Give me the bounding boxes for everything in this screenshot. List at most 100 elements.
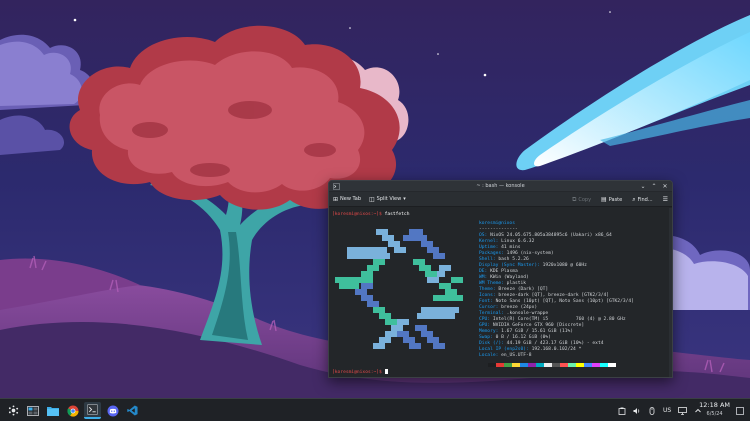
palette-swatch [528, 363, 536, 367]
palette-swatch [600, 363, 608, 367]
palette-swatch [592, 363, 600, 367]
hamburger-menu-icon: ☰ [662, 196, 668, 203]
paste-button[interactable]: ▤ Paste [601, 196, 622, 203]
vscode-icon [127, 405, 138, 416]
info-value: .konsole-wrappe [503, 311, 549, 316]
palette-swatch [496, 363, 504, 367]
info-value: bash 5.2.26 [495, 257, 529, 262]
volume-icon[interactable] [633, 407, 641, 415]
taskbar-item-konsole[interactable] [84, 402, 101, 419]
network-icon[interactable] [678, 406, 688, 415]
text-cursor [384, 369, 388, 374]
find-button[interactable]: ⌕ Find... [632, 196, 652, 204]
info-value: 0 B / 16.12 GiB (0%) [492, 335, 551, 340]
info-value: NixOS 24.05.675.805a384895c6 (Uakari) x8… [487, 233, 612, 238]
konsole-window: ~ : bash — konsole ⌄ ⌃ ✕ ⊞ New Tab ◫ Spl… [328, 180, 673, 378]
palette-swatch [504, 363, 512, 367]
info-value: 1496 (nix-system) [503, 251, 554, 256]
info-key: Locale: [479, 353, 499, 358]
info-value: breeze (24px) [498, 305, 538, 310]
separator-text: -------------- [479, 227, 518, 232]
pager-button[interactable] [24, 402, 41, 419]
info-value: 1920x1080 @ 60Hz [539, 263, 587, 268]
chrome-icon [66, 405, 79, 417]
info-value: KDE Plasma [487, 269, 518, 274]
user-host-text: koresmi@nixos [479, 221, 515, 226]
digital-clock[interactable]: 12:18 AM 6/5/24 [699, 401, 730, 418]
info-key: CPU: [479, 317, 491, 322]
info-value: KWin (Wayland) [487, 275, 529, 280]
copy-icon: ⧉ [572, 195, 577, 203]
info-key: Font: [479, 299, 493, 304]
palette-swatch [488, 363, 496, 367]
info-key: Kernel: [479, 239, 499, 244]
taskbar-item-files[interactable] [44, 402, 61, 419]
palette-swatch [608, 363, 616, 367]
copy-label: Copy [578, 196, 592, 203]
color-palette [488, 363, 616, 367]
info-key: Disk (/): [479, 341, 504, 346]
info-value: 1.67 GiB / 15.61 GiB (11%) [498, 329, 574, 334]
clock-time: 12:18 AM [699, 401, 730, 409]
discord-icon [107, 405, 118, 416]
info-value: plastik [503, 281, 527, 286]
mouse-icon[interactable] [648, 406, 656, 415]
info-value: 44.19 GiB / 423.17 GiB (10%) - ext4 [503, 341, 604, 346]
terminal-line-prompt1: [koresmi@nixos:~]$ fastfetch [332, 212, 409, 218]
info-line: Locale: en_US.UTF-8 [479, 353, 532, 359]
taskbar-item-chrome[interactable] [64, 402, 81, 419]
new-tab-button[interactable]: ⊞ New Tab [333, 196, 361, 203]
info-key: Swap: [479, 335, 493, 340]
clock-date: 6/5/24 [706, 411, 723, 417]
kde-launcher-icon [8, 405, 19, 416]
info-value: Breeze (Dark) [QT] [495, 287, 549, 292]
copy-button[interactable]: ⧉ Copy [572, 196, 591, 204]
info-key: Local IP (enp2s0): [479, 347, 529, 352]
info-key: Memory: [479, 329, 499, 334]
info-key: Shell: [479, 257, 496, 262]
terminal-line-prompt2: [koresmi@nixos:~]$ [332, 369, 388, 376]
close-icon[interactable]: ✕ [662, 182, 668, 191]
info-key: Theme: [479, 287, 496, 292]
application-launcher-button[interactable] [5, 402, 22, 419]
keyboard-layout-indicator[interactable]: US [663, 407, 671, 414]
chevron-down-icon: ▾ [403, 196, 406, 202]
prompt-text: [koresmi@nixos:~]$ [332, 212, 382, 217]
window-title: ~ : bash — konsole [476, 182, 525, 189]
palette-swatch [576, 363, 584, 367]
split-view-label: Split View [376, 196, 402, 202]
info-value: Intel(R) Core(TM) i5 760 (4) @ 2.80 GHz [490, 317, 626, 322]
terminal-scrollbar[interactable] [669, 208, 672, 377]
info-key: GPU: [479, 323, 491, 328]
peek-desktop-button[interactable] [734, 402, 746, 419]
info-key: Uptime: [479, 245, 499, 250]
nixos-logo [335, 229, 463, 349]
info-key: WM Theme: [479, 281, 504, 286]
palette-swatch [560, 363, 568, 367]
palette-swatch [544, 363, 552, 367]
info-key: Display (Sync Master): [479, 263, 540, 268]
command-text: fastfetch [381, 212, 410, 217]
konsole-icon [87, 404, 98, 415]
terminal-area[interactable]: [koresmi@nixos:~]$ fastfetch koresmi@nix… [329, 208, 672, 377]
palette-swatch [536, 363, 544, 367]
folder-icon [46, 406, 59, 416]
taskbar-item-vscode[interactable] [124, 402, 141, 419]
info-value: Noto Sans (10pt) [QT], Noto Sans (10pt) … [492, 299, 634, 304]
clipboard-icon[interactable] [618, 407, 626, 415]
virtual-desktop-pager-icon [26, 405, 39, 416]
new-tab-label: New Tab [340, 196, 361, 202]
info-key: Packages: [479, 251, 504, 256]
info-value: en_US.UTF-8 [498, 353, 532, 358]
paste-icon: ▤ [601, 196, 607, 203]
maximize-icon[interactable]: ⌃ [651, 182, 657, 191]
split-view-button[interactable]: ◫ Split View ▾ [369, 196, 406, 203]
new-tab-icon: ⊞ [333, 195, 339, 203]
konsole-toolbar: ⊞ New Tab ◫ Split View ▾ ⧉ Copy ▤ Paste … [329, 192, 672, 207]
info-value: Linux 6.6.32 [498, 239, 535, 244]
prompt-text: [koresmi@nixos:~]$ [332, 370, 382, 375]
hamburger-menu-button[interactable]: ☰ [663, 196, 668, 203]
minimize-icon[interactable]: ⌄ [640, 182, 646, 191]
taskbar-item-discord[interactable] [104, 402, 121, 419]
window-titlebar[interactable]: ~ : bash — konsole ⌄ ⌃ ✕ [329, 181, 672, 192]
